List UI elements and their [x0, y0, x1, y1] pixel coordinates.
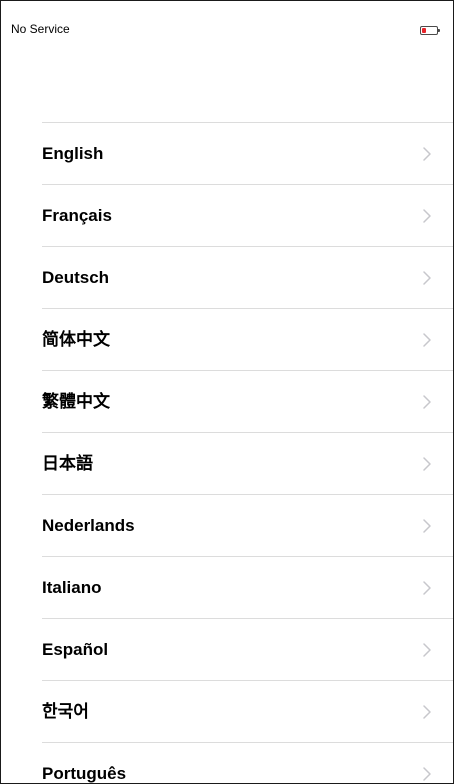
language-label: 繁體中文 — [42, 392, 110, 411]
language-label: Nederlands — [42, 516, 135, 535]
language-item-simplified-chinese[interactable]: 简体中文 — [42, 309, 453, 371]
language-list: English Français Deutsch 简体中文 繁體中文 日本語 N… — [42, 122, 453, 783]
language-item-spanish[interactable]: Español — [42, 619, 453, 681]
language-label: English — [42, 144, 104, 163]
language-label: 日本語 — [42, 454, 93, 473]
screen: No Service English Français Deutsch 简体中文… — [0, 0, 454, 784]
language-label: Français — [42, 206, 112, 225]
language-label: Deutsch — [42, 268, 110, 287]
chevron-right-icon — [423, 395, 431, 409]
language-label: 한국어 — [42, 702, 89, 721]
language-label: Italiano — [42, 578, 102, 597]
battery-icon — [420, 26, 440, 36]
language-item-traditional-chinese[interactable]: 繁體中文 — [42, 371, 453, 433]
chevron-right-icon — [423, 209, 431, 223]
chevron-right-icon — [423, 519, 431, 533]
chevron-right-icon — [423, 271, 431, 285]
battery-level — [422, 28, 426, 33]
language-item-english[interactable]: English — [42, 123, 453, 185]
language-item-french[interactable]: Français — [42, 185, 453, 247]
status-bar: No Service — [1, 1, 453, 45]
language-item-dutch[interactable]: Nederlands — [42, 495, 453, 557]
carrier-label: No Service — [11, 22, 70, 36]
language-item-german[interactable]: Deutsch — [42, 247, 453, 309]
chevron-right-icon — [423, 705, 431, 719]
language-label: 简体中文 — [42, 330, 110, 349]
language-label: Español — [42, 640, 109, 659]
language-item-portuguese[interactable]: Português — [42, 743, 453, 783]
chevron-right-icon — [423, 147, 431, 161]
chevron-right-icon — [423, 767, 431, 781]
language-label: Português — [42, 764, 127, 783]
language-item-korean[interactable]: 한국어 — [42, 681, 453, 743]
chevron-right-icon — [423, 581, 431, 595]
language-item-japanese[interactable]: 日本語 — [42, 433, 453, 495]
chevron-right-icon — [423, 333, 431, 347]
chevron-right-icon — [423, 457, 431, 471]
chevron-right-icon — [423, 643, 431, 657]
language-item-italian[interactable]: Italiano — [42, 557, 453, 619]
